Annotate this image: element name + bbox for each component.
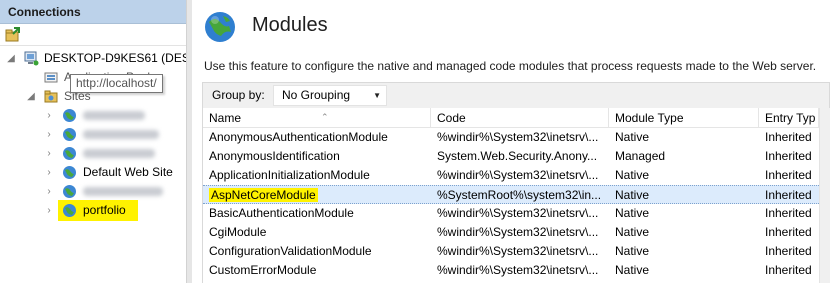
connect-icon[interactable] (5, 27, 21, 42)
cell-entry: Inherited (765, 168, 812, 182)
cell-code: %SystemRoot%\system32\in... (437, 188, 602, 202)
globe-icon (63, 128, 76, 141)
column-header-module-type[interactable]: Module Type (609, 108, 759, 128)
page-title: Modules (252, 14, 328, 36)
cell-code: %windir%\System32\inetsrv\... (437, 225, 599, 239)
collapse-arrow-icon[interactable]: ◢ (26, 87, 36, 106)
cell-type: Native (615, 263, 650, 277)
globe-icon (63, 204, 76, 217)
cell-entry: Inherited (765, 244, 812, 258)
group-by-select[interactable]: No Grouping ▼ (273, 85, 387, 106)
column-header-name[interactable]: Name ⌃ (203, 108, 431, 128)
blurred-site-label (83, 130, 159, 139)
table-header: Name ⌃ Code Module Type Entry Typ (203, 108, 830, 128)
cell-name: CgiModule (209, 225, 267, 239)
table-row[interactable]: AnonymousIdentification System.Web.Secur… (203, 147, 830, 166)
cell-entry: Inherited (765, 225, 812, 239)
cell-type: Native (615, 168, 650, 182)
cell-name: BasicAuthenticationModule (209, 206, 354, 220)
site-label: Default Web Site (83, 165, 173, 179)
expand-arrow-icon[interactable]: › (44, 201, 54, 220)
table-row[interactable]: CustomErrorModule %windir%\System32\inet… (203, 261, 830, 280)
cell-entry: Inherited (765, 263, 812, 277)
tree-server-node[interactable]: ◢ DESKTOP-D9KES61 (DESKT (0, 49, 205, 68)
tree-site-item[interactable]: › (0, 182, 186, 201)
page-description: Use this feature to configure the native… (204, 59, 817, 73)
expand-arrow-icon[interactable]: › (44, 125, 54, 144)
app-pools-icon (44, 72, 58, 83)
expand-arrow-icon[interactable]: › (44, 106, 54, 125)
cell-name: AnonymousAuthenticationModule (209, 130, 388, 144)
modules-table: Name ⌃ Code Module Type Entry Typ Anonym… (202, 108, 830, 283)
connections-pane: Connections ◢ DESKTOP-D9KES61 (DESKT ◢ S… (0, 0, 205, 283)
cell-name: AspNetCoreModule (203, 186, 431, 205)
modules-globe-icon (205, 12, 235, 42)
sort-ascending-icon: ⌃ (321, 112, 329, 122)
expand-arrow-icon[interactable]: › (44, 163, 54, 182)
cell-entry: Inherited (765, 206, 812, 220)
expand-arrow-icon[interactable]: › (44, 144, 54, 163)
cell-name: ApplicationInitializationModule (209, 168, 370, 182)
cell-type: Native (615, 244, 650, 258)
table-row-selected[interactable]: AspNetCoreModule %SystemRoot%\system32\i… (203, 185, 830, 204)
server-icon (24, 51, 39, 66)
collapse-arrow-icon[interactable]: ◢ (6, 49, 16, 68)
tree-site-default[interactable]: › Default Web Site (0, 163, 186, 182)
table-row[interactable]: AnonymousAuthenticationModule %windir%\S… (203, 128, 830, 147)
modules-pane: Modules Use this feature to configure th… (192, 0, 840, 283)
table-row[interactable]: ApplicationInitializationModule %windir%… (203, 166, 830, 185)
globe-icon (63, 185, 76, 198)
column-header-code[interactable]: Code (431, 108, 609, 128)
cell-code: %windir%\System32\inetsrv\... (437, 206, 599, 220)
cell-code: %windir%\System32\inetsrv\... (437, 263, 599, 277)
cell-code: %windir%\System32\inetsrv\... (437, 168, 599, 182)
globe-icon (63, 109, 76, 122)
cell-name: ConfigurationValidationModule (209, 244, 372, 258)
cell-code: %windir%\System32\inetsrv\... (437, 130, 599, 144)
blurred-site-label (83, 111, 145, 120)
connections-header: Connections (0, 0, 186, 24)
cell-type: Native (615, 188, 650, 202)
group-by-label: Group by: (212, 88, 265, 102)
cell-type: Native (615, 206, 650, 220)
blurred-site-label (83, 187, 163, 196)
globe-icon (63, 166, 76, 179)
highlighted-name: AspNetCoreModule (209, 188, 318, 202)
server-label: DESKTOP-D9KES61 (DESKT (44, 51, 206, 65)
connections-tree: ◢ DESKTOP-D9KES61 (DESKT Application Poo… (0, 47, 205, 283)
group-by-bar: Group by: No Grouping ▼ (202, 82, 830, 108)
cell-name: CustomErrorModule (209, 263, 317, 277)
dropdown-caret-icon: ▼ (373, 91, 381, 100)
cell-type: Managed (615, 149, 666, 163)
cell-entry: Inherited (765, 149, 812, 163)
column-header-entry-type[interactable]: Entry Typ (759, 108, 819, 128)
cell-type: Native (615, 225, 650, 239)
tree-site-portfolio[interactable]: › portfolio (0, 200, 186, 221)
expand-arrow-icon[interactable]: › (44, 182, 54, 201)
tree-site-item[interactable]: › (0, 125, 186, 144)
cell-entry: Inherited (765, 130, 812, 144)
table-row[interactable]: ConfigurationValidationModule %windir%\S… (203, 242, 830, 261)
group-by-value: No Grouping (282, 88, 351, 102)
table-row[interactable]: CgiModule %windir%\System32\inetsrv\... … (203, 223, 830, 242)
site-label: portfolio (83, 203, 126, 217)
cell-code: System.Web.Security.Anony... (437, 149, 598, 163)
tree-site-item[interactable]: › (0, 106, 186, 125)
connections-toolbar (0, 24, 186, 46)
vertical-scrollbar[interactable] (819, 108, 830, 283)
cell-name: AnonymousIdentification (209, 149, 340, 163)
sites-folder-icon (44, 90, 58, 103)
tree-site-item[interactable]: › (0, 144, 186, 163)
url-tooltip: http://localhost/ (70, 74, 163, 93)
cell-entry: Inherited (765, 188, 812, 202)
table-row[interactable]: BasicAuthenticationModule %windir%\Syste… (203, 204, 830, 223)
cell-type: Native (615, 130, 650, 144)
cell-code: %windir%\System32\inetsrv\... (437, 244, 599, 258)
globe-icon (63, 147, 76, 160)
blurred-site-label (83, 149, 155, 158)
